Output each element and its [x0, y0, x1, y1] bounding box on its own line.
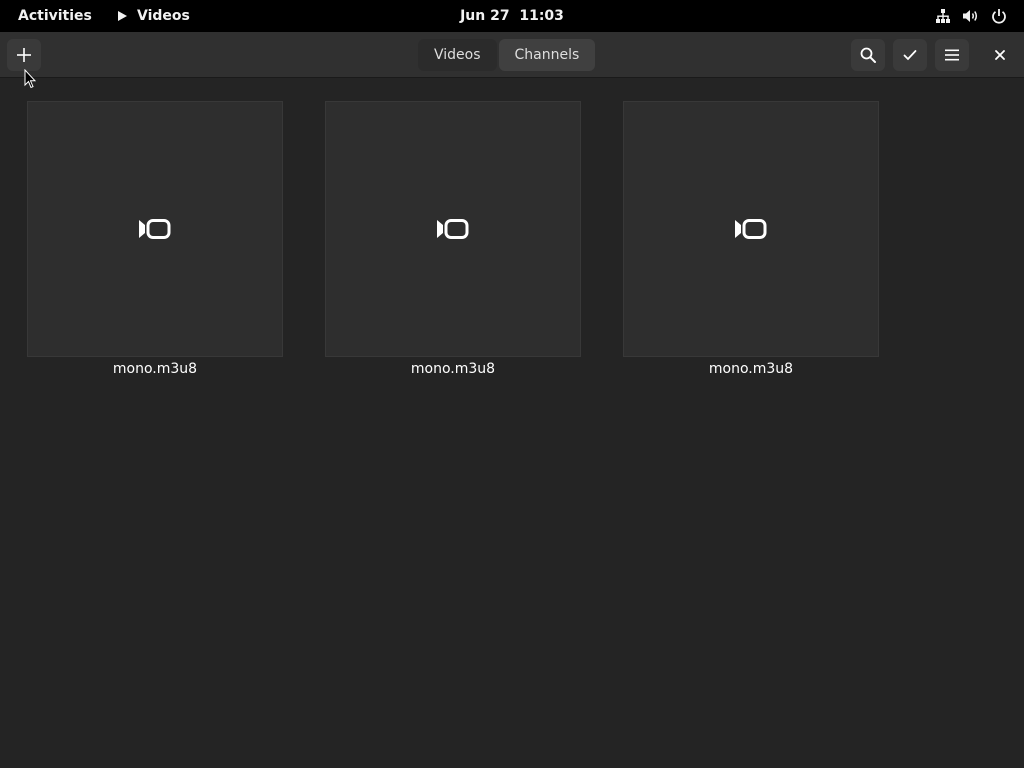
video-thumbnail[interactable] — [623, 101, 879, 357]
plus-icon — [17, 48, 31, 62]
clock-button[interactable]: Jun 27 11:03 — [460, 8, 564, 24]
power-icon — [990, 7, 1008, 25]
activities-button[interactable]: Activities — [18, 0, 92, 32]
select-button[interactable] — [893, 39, 927, 71]
video-title: mono.m3u8 — [112, 361, 198, 377]
video-thumbnail[interactable] — [325, 101, 581, 357]
add-button[interactable] — [7, 39, 41, 71]
system-tray[interactable] — [934, 0, 1008, 32]
video-title: mono.m3u8 — [708, 361, 794, 377]
search-button[interactable] — [851, 39, 885, 71]
video-title: mono.m3u8 — [410, 361, 496, 377]
mouse-cursor-icon — [24, 69, 36, 89]
video-tile[interactable]: mono.m3u8 — [623, 101, 879, 377]
video-grid-view: mono.m3u8 mono.m3u8 mono.m3u8 — [0, 79, 1024, 768]
volume-icon — [962, 7, 980, 25]
video-camera-icon — [735, 219, 767, 239]
app-menu-button[interactable]: Videos — [118, 0, 190, 32]
close-button[interactable] — [983, 39, 1017, 71]
search-icon — [860, 47, 876, 63]
video-grid: mono.m3u8 mono.m3u8 mono.m3u8 — [27, 101, 879, 377]
close-icon — [995, 50, 1005, 60]
checkmark-icon — [903, 50, 917, 61]
tab-videos[interactable]: Videos — [418, 39, 497, 71]
video-tile[interactable]: mono.m3u8 — [325, 101, 581, 377]
video-thumbnail[interactable] — [27, 101, 283, 357]
tab-channels[interactable]: Channels — [498, 39, 596, 71]
gnome-top-bar: Activities Videos Jun 27 11:03 — [0, 0, 1024, 32]
view-switcher: Videos Channels — [418, 39, 596, 71]
app-menu-label: Videos — [137, 8, 190, 24]
hamburger-menu-icon — [945, 49, 959, 61]
video-camera-icon — [139, 219, 171, 239]
main-menu-button[interactable] — [935, 39, 969, 71]
network-icon — [934, 7, 952, 25]
play-icon — [118, 11, 127, 21]
video-camera-icon — [437, 219, 469, 239]
header-bar: Videos Channels — [0, 32, 1024, 78]
video-tile[interactable]: mono.m3u8 — [27, 101, 283, 377]
